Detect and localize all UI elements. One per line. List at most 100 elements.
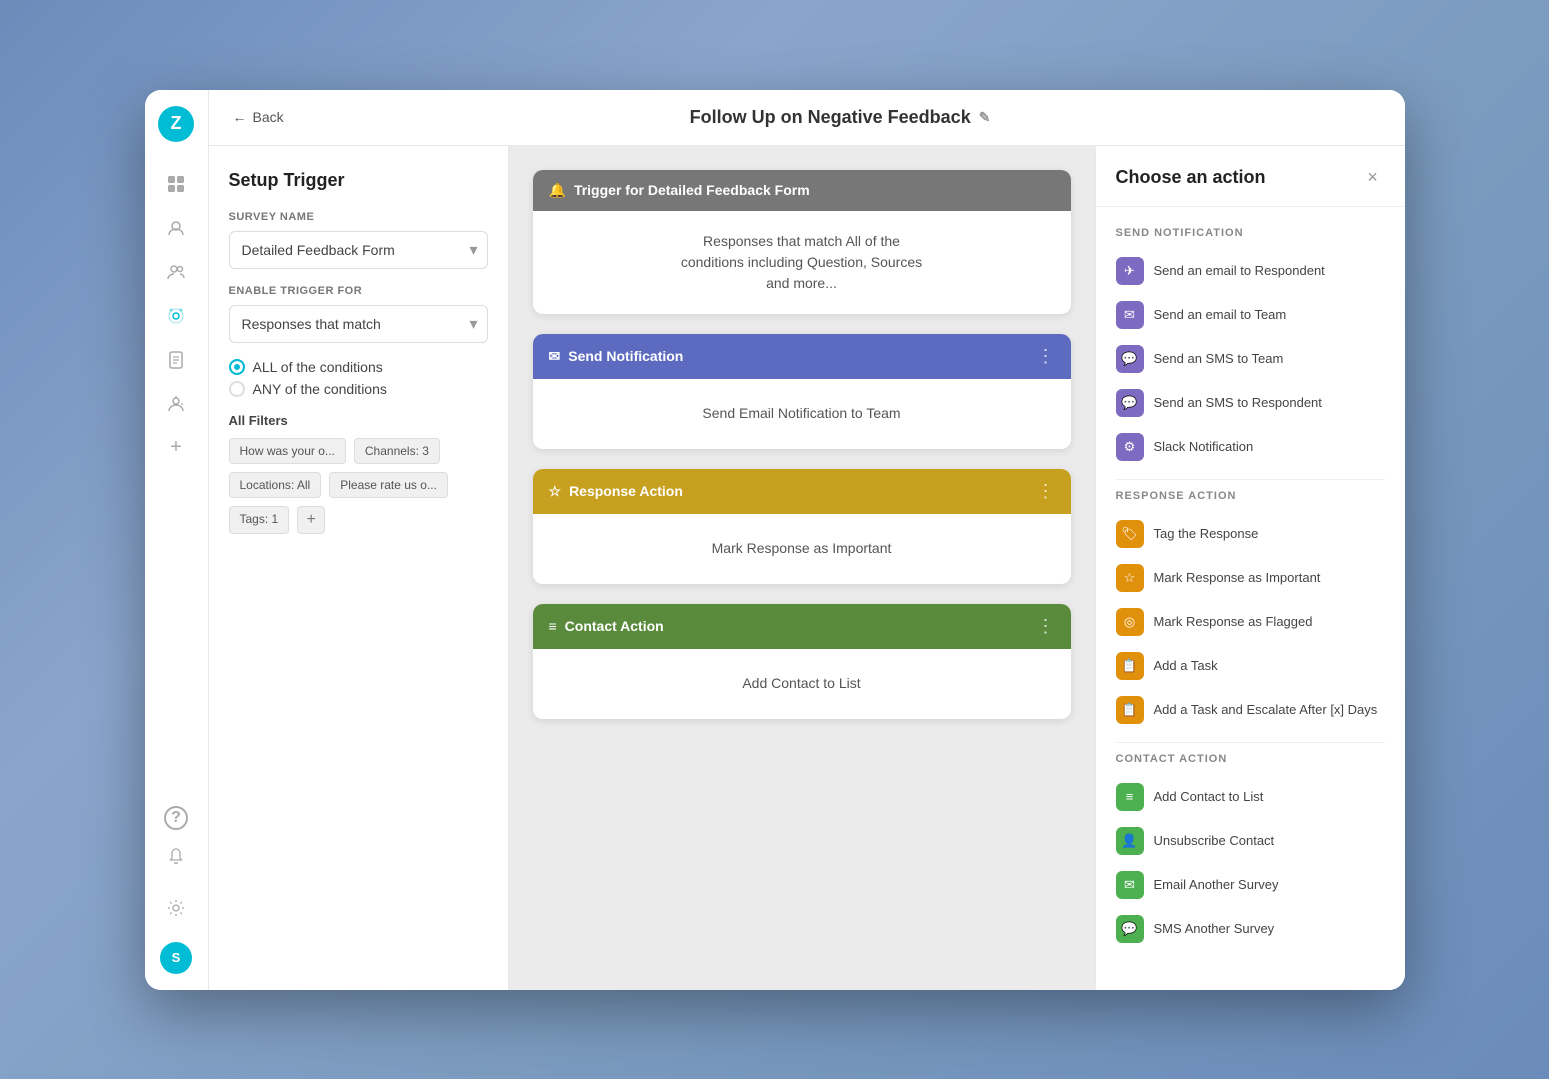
contact-card-header: ≡ Contact Action ⋮ xyxy=(533,604,1071,649)
filter-tag-2[interactable]: Locations: All xyxy=(229,472,322,498)
condition-all[interactable]: ALL of the conditions xyxy=(229,359,488,375)
condition-any[interactable]: ANY of the conditions xyxy=(229,381,488,397)
notify-menu-dots[interactable]: ⋮ xyxy=(1037,346,1055,367)
filter-tag-4[interactable]: Tags: 1 xyxy=(229,506,290,534)
sidebar-item-triggers[interactable] xyxy=(158,298,194,334)
action-email-respondent[interactable]: ✈ Send an email to Respondent xyxy=(1116,249,1385,293)
filter-tag-0[interactable]: How was your o... xyxy=(229,438,346,464)
enable-trigger-dropdown[interactable]: Responses that match xyxy=(229,305,488,343)
notification-bell-icon[interactable] xyxy=(158,838,194,874)
enable-trigger-label: ENABLE TRIGGER FOR xyxy=(229,285,488,297)
email-respondent-label: Send an email to Respondent xyxy=(1154,263,1325,278)
contact-list-icon: ≡ xyxy=(549,618,557,634)
email-team-label: Send an email to Team xyxy=(1154,307,1287,322)
sms-respondent-label: Send an SMS to Respondent xyxy=(1154,395,1322,410)
email-survey-label: Email Another Survey xyxy=(1154,877,1279,892)
page-title: Follow Up on Negative Feedback ✎ xyxy=(300,107,1381,128)
action-add-task[interactable]: 📋 Add a Task xyxy=(1116,644,1385,688)
radio-any-indicator xyxy=(229,381,245,397)
action-add-task-escalate[interactable]: 📋 Add a Task and Escalate After [x] Days xyxy=(1116,688,1385,732)
choose-action-title: Choose an action xyxy=(1116,167,1266,188)
response-star-icon: ☆ xyxy=(549,483,562,500)
send-notification-card: ✉ Send Notification ⋮ Send Email Notific… xyxy=(533,334,1071,449)
contact-menu-dots[interactable]: ⋮ xyxy=(1037,616,1055,637)
email-respondent-icon: ✈ xyxy=(1116,257,1144,285)
sidebar-add-button[interactable]: + xyxy=(158,430,194,466)
add-filter-button[interactable]: + xyxy=(297,506,325,534)
sidebar: Z xyxy=(145,90,209,990)
section-send-notification-title: SEND NOTIFICATION xyxy=(1116,227,1385,239)
condition-any-label: ANY of the conditions xyxy=(253,381,387,397)
condition-all-label: ALL of the conditions xyxy=(253,359,383,375)
section-response-action-title: RESPONSE ACTION xyxy=(1116,490,1385,502)
trigger-bell-icon: 🔔 xyxy=(549,182,566,199)
action-add-contact[interactable]: ≡ Add Contact to List xyxy=(1116,775,1385,819)
add-task-label: Add a Task xyxy=(1154,658,1218,673)
notify-envelope-icon: ✉ xyxy=(549,348,561,365)
sidebar-item-team[interactable] xyxy=(158,386,194,422)
app-logo[interactable]: Z xyxy=(158,106,194,142)
app-window: Z xyxy=(145,90,1405,990)
action-sms-survey[interactable]: 💬 SMS Another Survey xyxy=(1116,907,1385,951)
contact-card-title: Contact Action xyxy=(565,618,664,634)
filter-tag-1[interactable]: Channels: 3 xyxy=(354,438,440,464)
notify-body-text: Send Email Notification to Team xyxy=(702,403,900,424)
setup-trigger-panel: Setup Trigger SURVEY NAME Detailed Feedb… xyxy=(209,146,509,990)
divider-2 xyxy=(1116,742,1385,743)
action-email-team[interactable]: ✉ Send an email to Team xyxy=(1116,293,1385,337)
sidebar-item-documents[interactable] xyxy=(158,342,194,378)
action-slack[interactable]: ⚙ Slack Notification xyxy=(1116,425,1385,469)
sms-team-icon: 💬 xyxy=(1116,345,1144,373)
trigger-card-header: 🔔 Trigger for Detailed Feedback Form xyxy=(533,170,1071,211)
mark-flagged-label: Mark Response as Flagged xyxy=(1154,614,1313,629)
sidebar-item-grid[interactable] xyxy=(158,166,194,202)
right-panel-body: SEND NOTIFICATION ✈ Send an email to Res… xyxy=(1096,207,1405,990)
contact-action-card: ≡ Contact Action ⋮ Add Contact to List xyxy=(533,604,1071,719)
content-area: Setup Trigger SURVEY NAME Detailed Feedb… xyxy=(209,146,1405,990)
response-action-card: ☆ Response Action ⋮ Mark Response as Imp… xyxy=(533,469,1071,584)
slack-label: Slack Notification xyxy=(1154,439,1254,454)
response-card-title: Response Action xyxy=(569,483,683,499)
action-email-survey[interactable]: ✉ Email Another Survey xyxy=(1116,863,1385,907)
action-sms-respondent[interactable]: 💬 Send an SMS to Respondent xyxy=(1116,381,1385,425)
response-card-body: Mark Response as Important xyxy=(533,514,1071,584)
setup-trigger-title: Setup Trigger xyxy=(229,170,488,191)
mark-flagged-icon: ◎ xyxy=(1116,608,1144,636)
contact-card-body: Add Contact to List xyxy=(533,649,1071,719)
action-mark-flagged[interactable]: ◎ Mark Response as Flagged xyxy=(1116,600,1385,644)
add-task-escalate-label: Add a Task and Escalate After [x] Days xyxy=(1154,702,1378,717)
action-sms-team[interactable]: 💬 Send an SMS to Team xyxy=(1116,337,1385,381)
sidebar-item-users[interactable] xyxy=(158,254,194,290)
sidebar-item-contacts[interactable] xyxy=(158,210,194,246)
filter-tag-3[interactable]: Please rate us o... xyxy=(329,472,448,498)
notify-header-left: ✉ Send Notification xyxy=(549,348,684,365)
help-icon[interactable]: ? xyxy=(164,806,188,830)
user-avatar[interactable]: S xyxy=(160,942,192,974)
action-unsubscribe[interactable]: 👤 Unsubscribe Contact xyxy=(1116,819,1385,863)
divider-1 xyxy=(1116,479,1385,480)
trigger-card: 🔔 Trigger for Detailed Feedback Form Res… xyxy=(533,170,1071,314)
close-panel-button[interactable]: × xyxy=(1361,166,1385,190)
action-tag-response[interactable]: 🏷 Tag the Response xyxy=(1116,512,1385,556)
trigger-card-body: Responses that match All of the conditio… xyxy=(533,211,1071,314)
trigger-card-title: Trigger for Detailed Feedback Form xyxy=(574,182,810,198)
response-menu-dots[interactable]: ⋮ xyxy=(1037,481,1055,502)
edit-title-icon[interactable]: ✎ xyxy=(979,109,991,126)
choose-action-panel: Choose an action × SEND NOTIFICATION ✈ S… xyxy=(1095,146,1405,990)
mark-important-icon: ☆ xyxy=(1116,564,1144,592)
add-contact-icon: ≡ xyxy=(1116,783,1144,811)
enable-trigger-select[interactable]: Responses that match xyxy=(229,305,488,343)
back-button[interactable]: ← Back xyxy=(233,109,284,125)
settings-icon[interactable] xyxy=(158,890,194,926)
filters-label: All Filters xyxy=(229,413,488,428)
contact-body-text: Add Contact to List xyxy=(742,673,860,694)
response-card-header: ☆ Response Action ⋮ xyxy=(533,469,1071,514)
survey-name-dropdown[interactable]: Detailed Feedback Form xyxy=(229,231,488,269)
response-body-text: Mark Response as Important xyxy=(712,538,892,559)
slack-icon: ⚙ xyxy=(1116,433,1144,461)
mark-important-label: Mark Response as Important xyxy=(1154,570,1321,585)
section-contact-action-title: CONTACT ACTION xyxy=(1116,753,1385,765)
survey-name-select[interactable]: Detailed Feedback Form xyxy=(229,231,488,269)
conditions-radio-group: ALL of the conditions ANY of the conditi… xyxy=(229,359,488,397)
action-mark-important[interactable]: ☆ Mark Response as Important xyxy=(1116,556,1385,600)
